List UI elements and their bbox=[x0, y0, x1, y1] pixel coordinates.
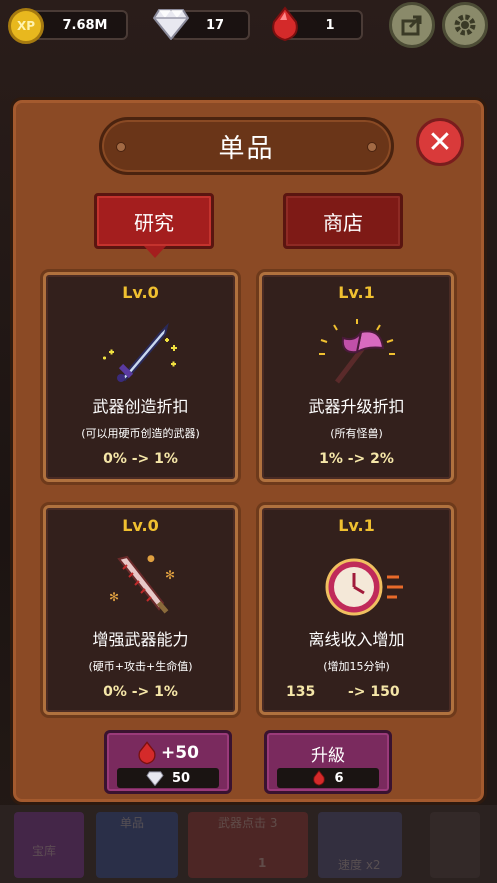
sword-sparkle-icon bbox=[46, 315, 235, 390]
clock-icon bbox=[262, 548, 451, 623]
upgrade-value: 1% -> 2% bbox=[319, 451, 394, 467]
upgrade-desc: (可以用硬币创造的武器) bbox=[81, 427, 200, 440]
xp-value: 7.68M bbox=[62, 17, 108, 33]
tab-label: 研究 bbox=[134, 210, 174, 235]
upgrade-desc: (所有怪兽) bbox=[330, 427, 383, 440]
svg-text:✻: ✻ bbox=[109, 590, 119, 604]
ruby-icon bbox=[270, 6, 300, 46]
upgrade-desc: (硬币+攻击+生命值) bbox=[88, 660, 193, 673]
upgrade-value: 0% -> 1% bbox=[103, 451, 178, 467]
axe-icon bbox=[262, 315, 451, 390]
close-button[interactable]: ✕ bbox=[416, 118, 464, 166]
upgrade-card-weapon-create-discount[interactable]: Lv.0 武器创造折扣 (可以用硬币创造的武器) 0% -> 1% bbox=[43, 272, 238, 482]
upgrade-name: 离线收入增加 bbox=[308, 630, 405, 649]
ruby-count: 1 bbox=[325, 17, 335, 33]
bg-slot-vault: 宝库 bbox=[14, 812, 84, 878]
xp-coin-icon: XP bbox=[8, 8, 44, 44]
upgrade-label: 升級 bbox=[311, 745, 345, 766]
share-icon bbox=[401, 15, 422, 36]
modal-title-plate: 单品 bbox=[99, 117, 394, 175]
modal-title: 单品 bbox=[218, 133, 275, 164]
upgrade-cost: 6 bbox=[277, 768, 379, 788]
bg-slot-items: 单品 bbox=[96, 812, 178, 878]
upgrade-desc: (增加15分钟) bbox=[323, 660, 390, 673]
diamond-icon bbox=[152, 6, 190, 44]
upgrade-card-weapon-upgrade-discount[interactable]: Lv.1 武器升级折扣 (所有怪兽) 1% -> 2% bbox=[259, 272, 454, 482]
serrated-sword-icon: ✻ ✻ ● bbox=[46, 548, 235, 623]
share-button[interactable] bbox=[389, 2, 435, 48]
value-to: -> 150 bbox=[348, 684, 400, 700]
level-label: Lv.1 bbox=[338, 283, 375, 302]
level-label: Lv.1 bbox=[338, 516, 375, 535]
upgrade-card-weapon-power[interactable]: Lv.0 ✻ ✻ ● 增强武器能力 (硬币+攻击+生命值) 0% -> 1% bbox=[43, 505, 238, 715]
diamond-icon bbox=[146, 771, 164, 786]
active-tab-pointer bbox=[144, 246, 166, 258]
upgrade-name: 增强武器能力 bbox=[92, 630, 189, 649]
rivet-icon bbox=[367, 142, 377, 152]
tab-research[interactable]: 研究 bbox=[94, 193, 214, 249]
buy-ruby-label: +50 bbox=[161, 743, 199, 763]
upgrade-button[interactable]: 升級 6 bbox=[264, 730, 392, 794]
buy-ruby-button[interactable]: +50 50 bbox=[104, 730, 232, 794]
buy-ruby-cost: 50 bbox=[117, 768, 219, 788]
bg-slot-weapon: 武器点击 3 1 bbox=[188, 812, 308, 878]
level-label: Lv.0 bbox=[122, 283, 159, 302]
upgrade-card-offline-income[interactable]: Lv.1 离线收入增加 (增加15分钟) 135 -> 150 bbox=[259, 505, 454, 715]
trash-icon bbox=[430, 812, 480, 878]
tab-label: 商店 bbox=[323, 210, 363, 235]
upgrade-value: 0% -> 1% bbox=[103, 684, 178, 700]
ruby-icon bbox=[138, 741, 156, 765]
value-from: 135 bbox=[286, 684, 316, 700]
bg-slot-speed: 速度 x2 bbox=[318, 812, 402, 878]
upgrade-name: 武器升级折扣 bbox=[308, 397, 405, 416]
diamond-count: 17 bbox=[205, 17, 225, 33]
upgrade-name: 武器创造折扣 bbox=[92, 397, 189, 416]
ruby-icon bbox=[313, 770, 326, 786]
gear-icon bbox=[454, 14, 476, 36]
rivet-icon bbox=[116, 142, 126, 152]
svg-text:●: ● bbox=[147, 554, 155, 564]
level-label: Lv.0 bbox=[122, 516, 159, 535]
settings-button[interactable] bbox=[442, 2, 488, 48]
tab-shop[interactable]: 商店 bbox=[283, 193, 403, 249]
svg-text:✻: ✻ bbox=[165, 568, 175, 582]
close-icon: ✕ bbox=[427, 124, 453, 160]
